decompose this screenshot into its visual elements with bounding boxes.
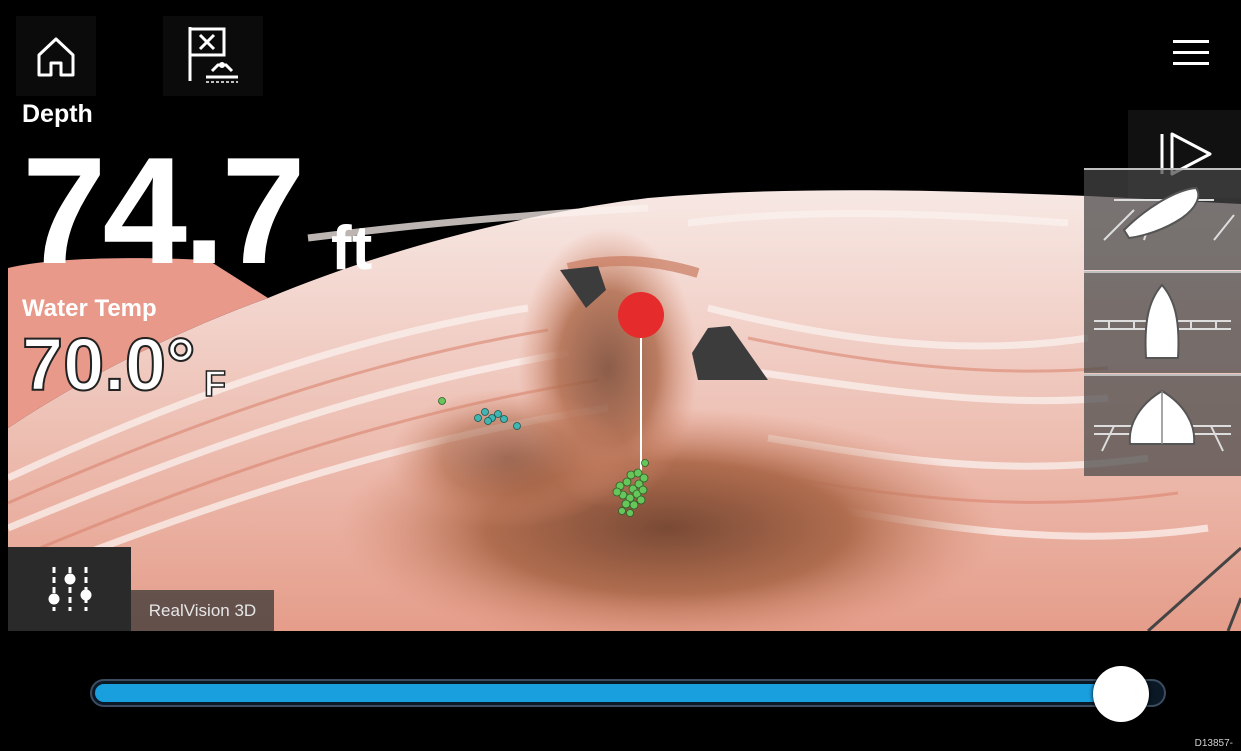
sonar-view[interactable]: Depth 74.7 ft Water Temp 70.0° F RealVis… xyxy=(8,8,1241,631)
image-code: D13857- xyxy=(1194,738,1233,749)
view-selector xyxy=(1084,168,1241,476)
water-temp-label: Water Temp xyxy=(22,295,157,322)
top-view-icon xyxy=(1094,283,1231,359)
home-icon xyxy=(37,37,75,77)
front-view-button[interactable] xyxy=(1084,374,1241,476)
iso-view-icon xyxy=(1103,186,1235,241)
man-overboard-icon xyxy=(188,27,238,83)
history-slider-fill xyxy=(95,684,1120,702)
depth-label: Depth xyxy=(22,100,93,128)
depth-unit: ft xyxy=(331,214,373,283)
settings-sliders-icon xyxy=(48,567,91,611)
home-button[interactable] xyxy=(16,16,96,96)
mode-label: RealVision 3D xyxy=(131,590,274,631)
fish-target xyxy=(438,397,446,405)
menu-button[interactable] xyxy=(1156,22,1226,84)
man-overboard-button[interactable] xyxy=(163,16,263,96)
hamburger-menu-icon xyxy=(1173,40,1209,65)
history-slider-track[interactable] xyxy=(90,679,1166,707)
front-view-icon xyxy=(1094,389,1231,452)
sonar-settings-button[interactable] xyxy=(8,547,131,631)
depth-value: 74.7 xyxy=(22,126,306,296)
history-slider-thumb[interactable] xyxy=(1092,666,1149,722)
top-view-button[interactable] xyxy=(1084,271,1241,373)
history-slider-bar: D13857- xyxy=(0,631,1241,751)
water-temp-value: 70.0° xyxy=(21,323,197,406)
water-temp-unit: F xyxy=(203,362,227,405)
iso-view-button[interactable] xyxy=(1084,168,1241,270)
seabed-3d-rendering[interactable] xyxy=(8,8,1241,631)
target-marker[interactable] xyxy=(618,292,664,338)
